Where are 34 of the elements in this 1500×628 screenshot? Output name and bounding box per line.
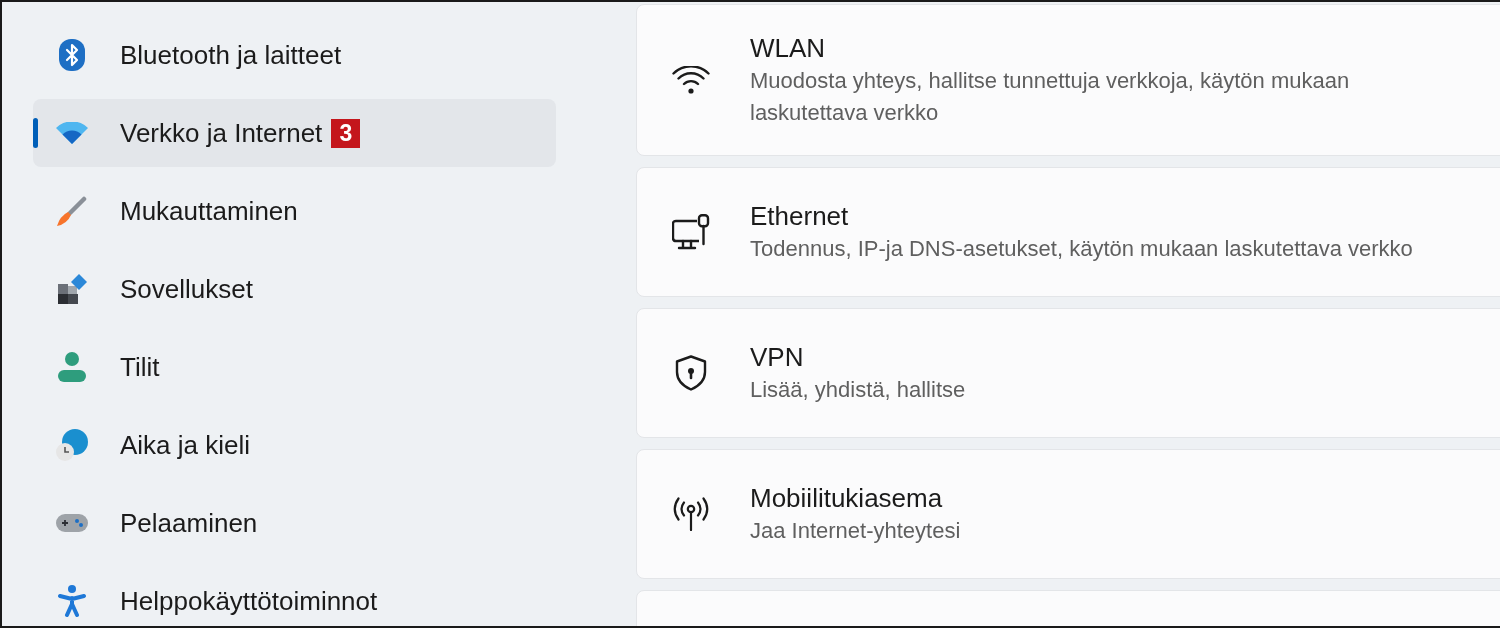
sidebar-item[interactable]: Bluetooth ja laitteet (33, 21, 556, 89)
settings-card[interactable]: Mobiilitukiasema Jaa Internet-yhteytesi (636, 449, 1500, 579)
card-title: VPN (750, 341, 805, 374)
monitor-plug-icon (672, 214, 710, 250)
notification-badge: 3 (331, 118, 361, 148)
sidebar-item[interactable]: Pelaaminen (33, 489, 556, 557)
settings-card[interactable]: WLAN Muodosta yhteys, hallitse tunnettuja verkkoja, käytön mukaan laskutettava verkko (636, 4, 1500, 156)
paintbrush-icon (57, 196, 87, 226)
card-description: Lisää, yhdistä, hallitse (750, 376, 966, 404)
sidebar-item[interactable]: Sovellukset (33, 255, 556, 323)
accessibility-icon (58, 585, 86, 617)
card-description: Muodosta yhteys, hallitse tunnettuja verkkoja, käytön mukaan laskutettava verkko (750, 67, 1351, 127)
bluetooth-icon (59, 39, 85, 71)
sidebar-item[interactable]: Verkko ja Internet 3 (33, 99, 556, 167)
card-description: Todennus, IP-ja DNS-asetukset, käytön mukaan laskutettava verkko (750, 235, 1413, 263)
card-description: Jaa Internet-yhteytesi (750, 517, 961, 545)
card-title: WLAN (750, 32, 827, 65)
card-title: Mobiilitukiasema (750, 482, 944, 515)
wifi-icon (56, 122, 88, 144)
person-icon (58, 352, 86, 382)
shield-lock-icon (675, 355, 707, 391)
settings-card[interactable]: Ethernet Todennus, IP-ja DNS-asetukset, käytön mukaan laskutettava verkko (636, 167, 1500, 297)
apps-icon (57, 274, 87, 304)
antenna-icon (672, 497, 710, 531)
sidebar-item[interactable]: Mukauttaminen (33, 177, 556, 245)
wifi-icon (672, 66, 710, 94)
card-title: Ethernet (750, 200, 850, 233)
gamepad-icon (56, 514, 88, 532)
selection-indicator (33, 118, 38, 148)
sidebar-item[interactable]: Helppokäyttötoiminnot (33, 567, 556, 626)
settings-card[interactable]: VPN Lisää, yhdistä, hallitse (636, 308, 1500, 438)
sidebar-item[interactable]: Tilit (33, 333, 556, 401)
globe-clock-icon (56, 429, 88, 461)
sidebar-item[interactable]: Aika ja kieli (33, 411, 556, 479)
